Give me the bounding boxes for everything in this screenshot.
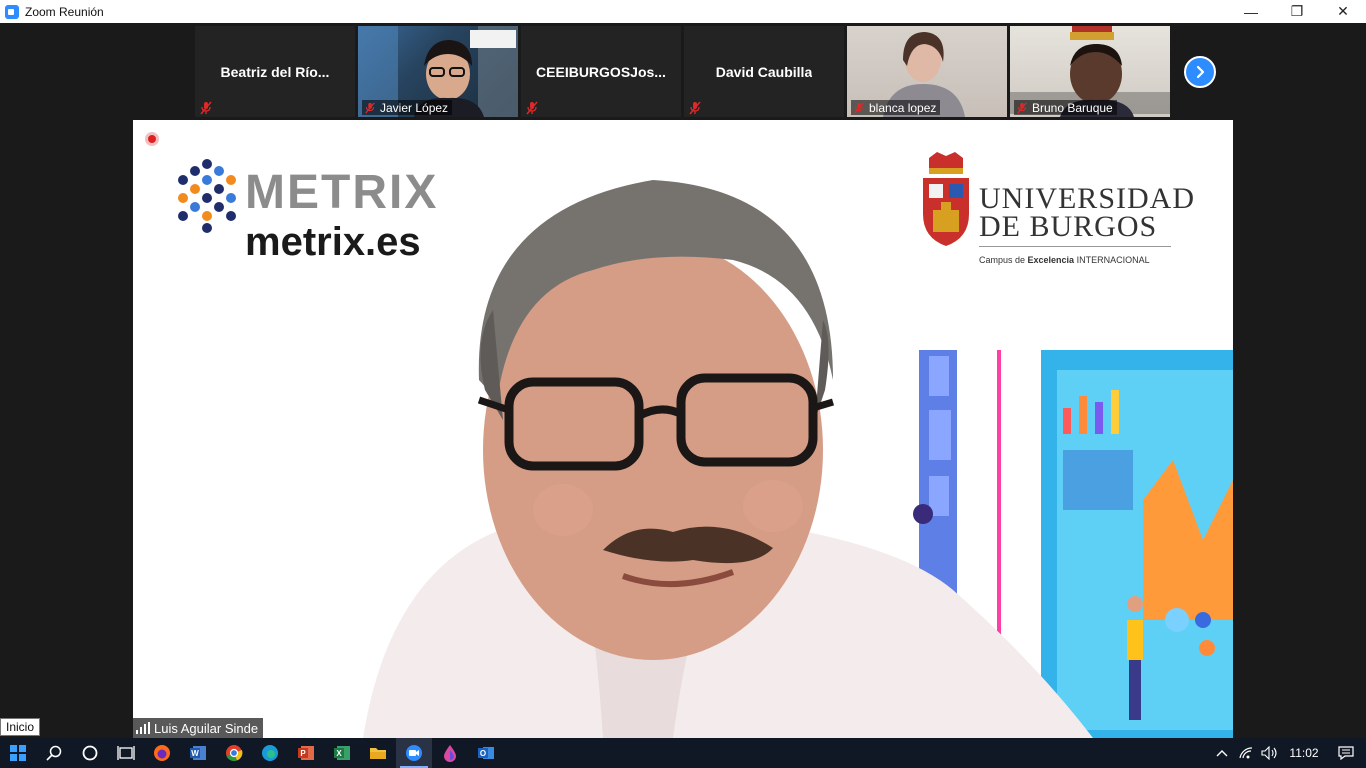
start-tooltip: Inicio (0, 718, 41, 736)
next-page-button[interactable] (1184, 56, 1216, 88)
recording-indicator (145, 132, 159, 146)
firefox-icon (154, 745, 170, 761)
taskbar-word[interactable]: W (180, 738, 216, 768)
university-shield-icon (923, 152, 969, 246)
muted-mic-icon (365, 101, 375, 114)
cortana-icon (82, 745, 98, 761)
cortana-button[interactable] (72, 738, 108, 768)
participant-name: Bruno Baruque (1032, 100, 1113, 115)
taskbar-outlook[interactable]: O (468, 738, 504, 768)
taskbar-file-explorer[interactable] (360, 738, 396, 768)
participant-tile[interactable]: Javier López (358, 26, 518, 117)
chrome-icon (226, 745, 243, 762)
taskbar-chrome[interactable] (216, 738, 252, 768)
muted-mic-icon (1017, 101, 1027, 114)
muted-mic-icon (854, 101, 864, 114)
action-center-icon (1338, 746, 1354, 760)
svg-text:O: O (480, 749, 486, 758)
taskbar-firefox[interactable] (144, 738, 180, 768)
restore-button[interactable]: ❐ (1274, 0, 1320, 23)
chevron-right-icon (1196, 65, 1205, 79)
muted-mic-icon (526, 101, 538, 115)
participant-tile[interactable]: Bruno Baruque (1010, 26, 1170, 117)
participant-tile[interactable]: blanca lopez (847, 26, 1007, 117)
windows-logo-icon (10, 745, 26, 761)
signal-strength-icon (136, 722, 150, 734)
speaker-name: Luis Aguilar Sinde (154, 720, 259, 736)
taskbar-drop-app[interactable] (432, 738, 468, 768)
taskbar: W P X O 11:02 (0, 738, 1366, 768)
metrix-wordmark: METRIX (245, 166, 439, 219)
participant-name: blanca lopez (869, 100, 937, 115)
meeting-area: Beatriz del Río... Javier López CEEIBURG… (0, 23, 1366, 738)
participant-tile[interactable]: Beatriz del Río... (195, 26, 355, 117)
taskbar-edge[interactable] (252, 738, 288, 768)
svg-text:X: X (336, 749, 342, 758)
close-button[interactable]: ✕ (1320, 0, 1366, 23)
speaker-name-label: Luis Aguilar Sinde (133, 718, 264, 738)
minimize-button[interactable]: — (1228, 0, 1274, 23)
muted-mic-icon (689, 101, 701, 115)
active-speaker-video[interactable]: METRIX metrix.es UNIVERSIDAD DE BURGOS C… (133, 120, 1233, 738)
window-title: Zoom Reunión (25, 4, 104, 19)
taskbar-excel[interactable]: X (324, 738, 360, 768)
participant-name: David Caubilla (715, 63, 813, 80)
search-button[interactable] (36, 738, 72, 768)
svg-text:W: W (191, 749, 199, 758)
network-button[interactable] (1234, 738, 1258, 768)
svg-text:P: P (300, 749, 306, 758)
gallery-strip: Beatriz del Río... Javier López CEEIBURG… (195, 26, 1170, 117)
university-name-line2: DE BURGOS (979, 210, 1158, 243)
muted-mic-icon (200, 101, 212, 115)
edge-icon (262, 745, 278, 761)
participant-name: CEEIBURGOSJos... (536, 63, 666, 80)
word-icon: W (190, 746, 206, 760)
taskbar-zoom[interactable] (396, 738, 432, 768)
excel-icon: X (334, 746, 350, 760)
metrix-logo-icon (178, 159, 236, 233)
zoom-icon (406, 745, 422, 761)
participant-name: Javier López (380, 100, 449, 115)
title-bar: Zoom Reunión — ❐ ✕ (0, 0, 1366, 23)
zoom-app-icon (5, 4, 19, 19)
drop-icon (444, 745, 456, 762)
notifications-button[interactable] (1326, 738, 1366, 768)
participant-tile[interactable]: David Caubilla (684, 26, 844, 117)
speaker-icon (1261, 746, 1277, 760)
volume-button[interactable] (1258, 738, 1282, 768)
taskbar-powerpoint[interactable]: P (288, 738, 324, 768)
taskbar-clock[interactable]: 11:02 (1282, 746, 1326, 760)
metrix-url-text: metrix.es (245, 220, 421, 264)
wifi-icon (1239, 747, 1253, 759)
search-icon (46, 745, 62, 761)
system-tray: 11:02 (1210, 738, 1366, 768)
task-view-button[interactable] (108, 738, 144, 768)
participant-tile[interactable]: CEEIBURGOSJos... (521, 26, 681, 117)
folder-icon (370, 748, 386, 759)
task-view-icon (117, 746, 135, 760)
participant-name: Beatriz del Río... (220, 63, 330, 80)
chevron-up-icon (1216, 750, 1228, 757)
windows-start-button[interactable] (0, 738, 36, 768)
powerpoint-icon: P (298, 746, 314, 760)
campus-tagline: Campus de Excelencia INTERNACIONAL (979, 255, 1150, 265)
outlook-icon: O (478, 747, 494, 759)
tray-overflow-button[interactable] (1210, 738, 1234, 768)
university-divider (979, 246, 1171, 247)
